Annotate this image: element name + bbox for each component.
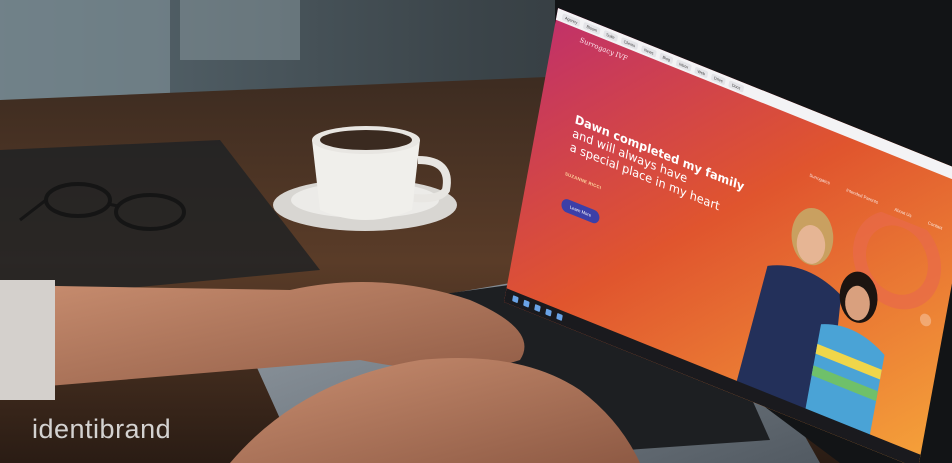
- bookmark[interactable]: Inbox: [675, 58, 692, 72]
- taskbar-app-icon[interactable]: [523, 299, 530, 308]
- nav-item[interactable]: About Us: [894, 207, 912, 219]
- bookmark[interactable]: Suite: [602, 29, 619, 42]
- bookmark[interactable]: Web: [694, 65, 709, 79]
- hero-headline: Dawn completed my family and will always…: [569, 112, 751, 223]
- photo-scene: Agency Bloom Suite Clients News Blog Inb…: [0, 0, 952, 463]
- taskbar-app-icon[interactable]: [556, 312, 563, 322]
- bookmark[interactable]: Clients: [620, 36, 639, 50]
- window-pane: [0, 0, 170, 100]
- bookmark[interactable]: Drive: [710, 72, 727, 86]
- sleeve: [0, 280, 55, 400]
- nav-item[interactable]: Contact: [928, 220, 943, 231]
- taskbar-app-icon[interactable]: [512, 295, 519, 304]
- headline-line: and will always have: [571, 125, 689, 186]
- bookmark[interactable]: Blog: [659, 51, 674, 64]
- bookmark[interactable]: Bloom: [583, 21, 601, 35]
- testimonial-author: SUZANNE RICCI: [564, 171, 602, 191]
- bookmark[interactable]: Docs: [728, 79, 744, 93]
- watermark-logo: identibrand: [32, 414, 172, 444]
- bookmark[interactable]: News: [640, 44, 657, 58]
- learn-more-button[interactable]: Learn More: [560, 197, 601, 226]
- taskbar-app-icon[interactable]: [545, 308, 552, 317]
- taskbar-app-icon[interactable]: [534, 304, 541, 313]
- window-pane: [180, 0, 300, 60]
